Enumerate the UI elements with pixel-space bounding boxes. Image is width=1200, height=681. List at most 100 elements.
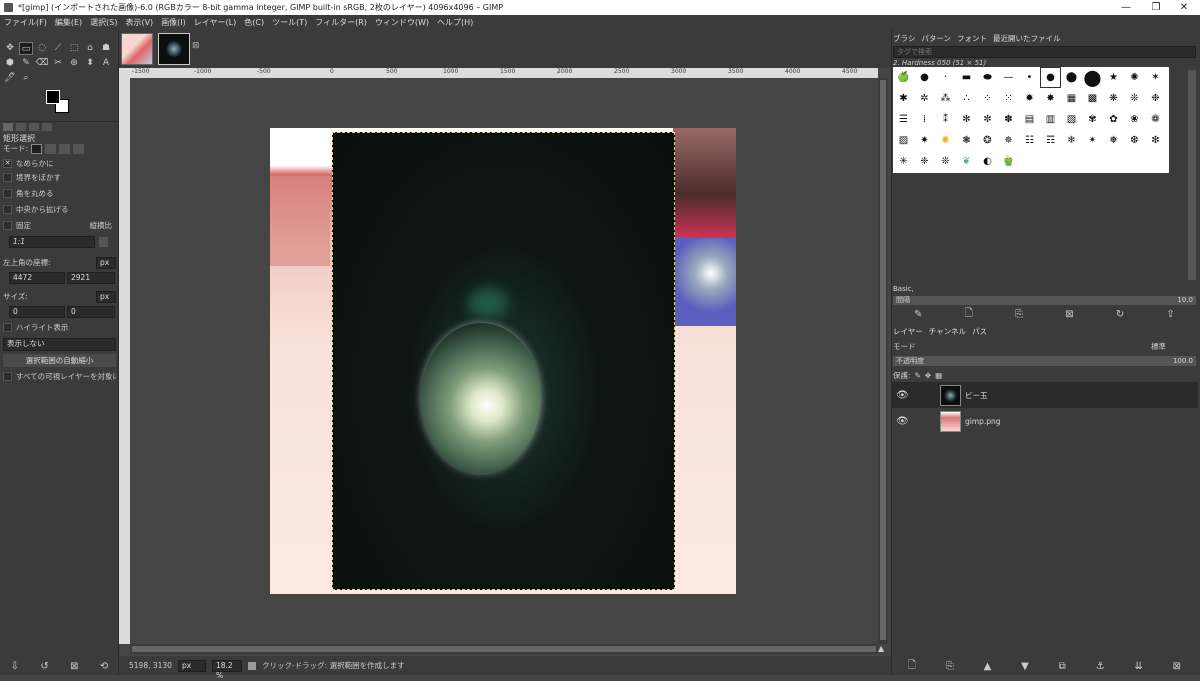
image-tab-gimp-png[interactable]	[121, 33, 153, 65]
lock-pixels-icon[interactable]: ✎	[915, 371, 921, 380]
brush-item[interactable]: ❇	[1145, 130, 1166, 151]
brush-item[interactable]: ✽	[998, 109, 1019, 130]
new-brush-icon[interactable]: 🗋	[965, 306, 973, 323]
tool-options-tab-icon[interactable]	[3, 123, 13, 131]
brush-item[interactable]: ⁘	[977, 88, 998, 109]
mode-subtract-icon[interactable]	[59, 143, 71, 154]
brush-item[interactable]: —	[998, 67, 1019, 88]
tab-patterns[interactable]: パターン	[921, 33, 951, 44]
duplicate-brush-icon[interactable]: ⎘	[1015, 309, 1023, 320]
brush-item[interactable]: ❊	[935, 151, 956, 172]
brush-item[interactable]: ✶	[1145, 67, 1166, 88]
highlight-checkbox[interactable]	[3, 323, 12, 332]
size-w-input[interactable]: 0	[9, 306, 65, 318]
brush-item[interactable]: ✹	[1019, 88, 1040, 109]
mode-replace-icon[interactable]	[31, 143, 43, 154]
brush-item[interactable]: ✿	[1103, 109, 1124, 130]
menu-layer[interactable]: レイヤー(L)	[194, 17, 236, 28]
brush-item[interactable]: ✳	[893, 151, 914, 172]
new-layer-icon[interactable]: ⎘	[946, 661, 954, 672]
lock-position-icon[interactable]: ✥	[925, 371, 931, 380]
delete-options-icon[interactable]: ⊠	[70, 661, 78, 672]
brush-item[interactable]: ⁂	[935, 88, 956, 109]
antialias-checkbox[interactable]: ✕	[3, 159, 12, 168]
brush-item[interactable]: ⁑	[935, 109, 956, 130]
fg-bg-colors[interactable]	[46, 90, 72, 116]
layer-name[interactable]: gimp.png	[965, 417, 1001, 426]
bucket-tool-icon[interactable]: ⬢	[3, 57, 17, 70]
paintbrush-tool-icon[interactable]: ✎	[19, 57, 33, 70]
open-brush-icon[interactable]: ⇪	[1166, 309, 1174, 320]
feather-checkbox[interactable]	[3, 173, 12, 182]
unit-select[interactable]: px	[177, 659, 206, 672]
brush-item[interactable]: ✱	[893, 88, 914, 109]
move-tool-icon[interactable]: ✥	[3, 42, 17, 55]
menu-tools[interactable]: ツール(T)	[272, 17, 307, 28]
ruler-corner[interactable]	[119, 68, 130, 78]
brush-scrollbar[interactable]	[1188, 70, 1196, 280]
vertical-ruler[interactable]	[119, 78, 130, 644]
brush-item[interactable]: ☷	[1019, 130, 1040, 151]
menu-select[interactable]: 選択(S)	[90, 17, 117, 28]
menu-windows[interactable]: ウィンドウ(W)	[375, 17, 429, 28]
brush-item[interactable]: ✲	[914, 88, 935, 109]
menu-view[interactable]: 表示(V)	[125, 17, 153, 28]
brush-item[interactable]: ⬤	[1061, 67, 1082, 88]
new-layer-group-icon[interactable]: 🗋	[908, 658, 916, 675]
tab-fonts[interactable]: フォント	[957, 33, 987, 44]
color-picker-tool-icon[interactable]: 🖊	[3, 72, 17, 85]
brush-item[interactable]: ✼	[977, 109, 998, 130]
minimize-button[interactable]: —	[1110, 0, 1142, 15]
ratio-portrait-icon[interactable]	[99, 237, 108, 247]
brush-item[interactable]: ★	[1103, 67, 1124, 88]
transform-tool-icon[interactable]: ⌂	[83, 42, 97, 55]
menu-file[interactable]: ファイル(F)	[4, 17, 47, 28]
visibility-eye-icon[interactable]: 👁	[896, 390, 910, 401]
menu-help[interactable]: ヘルプ(H)	[437, 17, 473, 28]
brush-item[interactable]: ◐	[977, 151, 998, 172]
menu-colors[interactable]: 色(C)	[244, 17, 264, 28]
rounded-checkbox[interactable]	[3, 189, 12, 198]
brush-item[interactable]: ▬	[956, 67, 977, 88]
brush-item[interactable]: ❉	[1145, 88, 1166, 109]
raise-layer-icon[interactable]: ▲	[984, 661, 992, 672]
brush-item[interactable]: ❋	[1103, 88, 1124, 109]
brush-item[interactable]: ☰	[893, 109, 914, 130]
close-button[interactable]: ✕	[1168, 0, 1200, 15]
merge-layer-icon[interactable]: ⇊	[1134, 661, 1142, 672]
horizontal-scrollbar[interactable]	[130, 644, 878, 654]
fixed-mode-select[interactable]: 縦横比	[90, 220, 113, 231]
hscroll-thumb[interactable]	[132, 646, 876, 652]
guides-select[interactable]: 表示しない	[3, 338, 116, 351]
brush-item[interactable]: ∴	[956, 88, 977, 109]
brush-item-selected[interactable]: ●	[1040, 67, 1061, 88]
brush-item[interactable]: 🫑	[998, 151, 1019, 172]
edit-brush-icon[interactable]: ✎	[914, 309, 922, 320]
brush-item[interactable]: ▩	[1082, 88, 1103, 109]
zoom-select[interactable]: 18.2 %	[211, 659, 242, 680]
lock-alpha-icon[interactable]: ▦	[935, 371, 942, 380]
brush-grid[interactable]: 🍏 ● · ▬ ⬬ — • ● ⬤ ⬤ ★ ✺ ✶ ✱ ✲ ⁂ ∴ ⁘ ⁙ ✹ ✸ ▦ ▩ ❋ ❊ ❉ ☰ ⁞ ⁑ ✻ ✼ ✽ ▤ ▥ ▧ ✾ ✿ ❀…	[893, 67, 1169, 173]
scissors-tool-icon[interactable]: ✂	[51, 57, 65, 70]
restore-options-icon[interactable]: ↺	[40, 661, 48, 672]
brush-item[interactable]: ❁	[1145, 109, 1166, 130]
brush-item[interactable]: ❃	[956, 130, 977, 151]
tab-channels[interactable]: チャンネル	[929, 326, 966, 337]
refresh-brushes-icon[interactable]: ↻	[1116, 309, 1124, 320]
brush-item[interactable]: ⬤	[1082, 67, 1103, 88]
undo-history-tab-icon[interactable]	[29, 123, 39, 131]
position-unit-select[interactable]: px	[96, 256, 116, 269]
crop-tool-icon[interactable]: ⬚	[67, 42, 81, 55]
brush-item[interactable]: ❈	[914, 151, 935, 172]
layer-row[interactable]: 👁 gimp.png	[891, 408, 1198, 434]
opacity-slider[interactable]: 不透明度 100.0	[893, 356, 1196, 366]
brush-item[interactable]: ⁙	[998, 88, 1019, 109]
brush-item[interactable]: ☶	[1040, 130, 1061, 151]
visibility-eye-icon[interactable]: 👁	[896, 416, 910, 427]
lower-layer-icon[interactable]: ▼	[1021, 661, 1029, 672]
brush-item[interactable]: ●	[914, 67, 935, 88]
pos-x-input[interactable]: 4472	[9, 272, 65, 284]
brush-tag-filter[interactable]	[893, 46, 1196, 58]
delete-layer-icon[interactable]: ⊠	[1173, 661, 1181, 672]
image-tab-marble[interactable]	[158, 33, 190, 65]
